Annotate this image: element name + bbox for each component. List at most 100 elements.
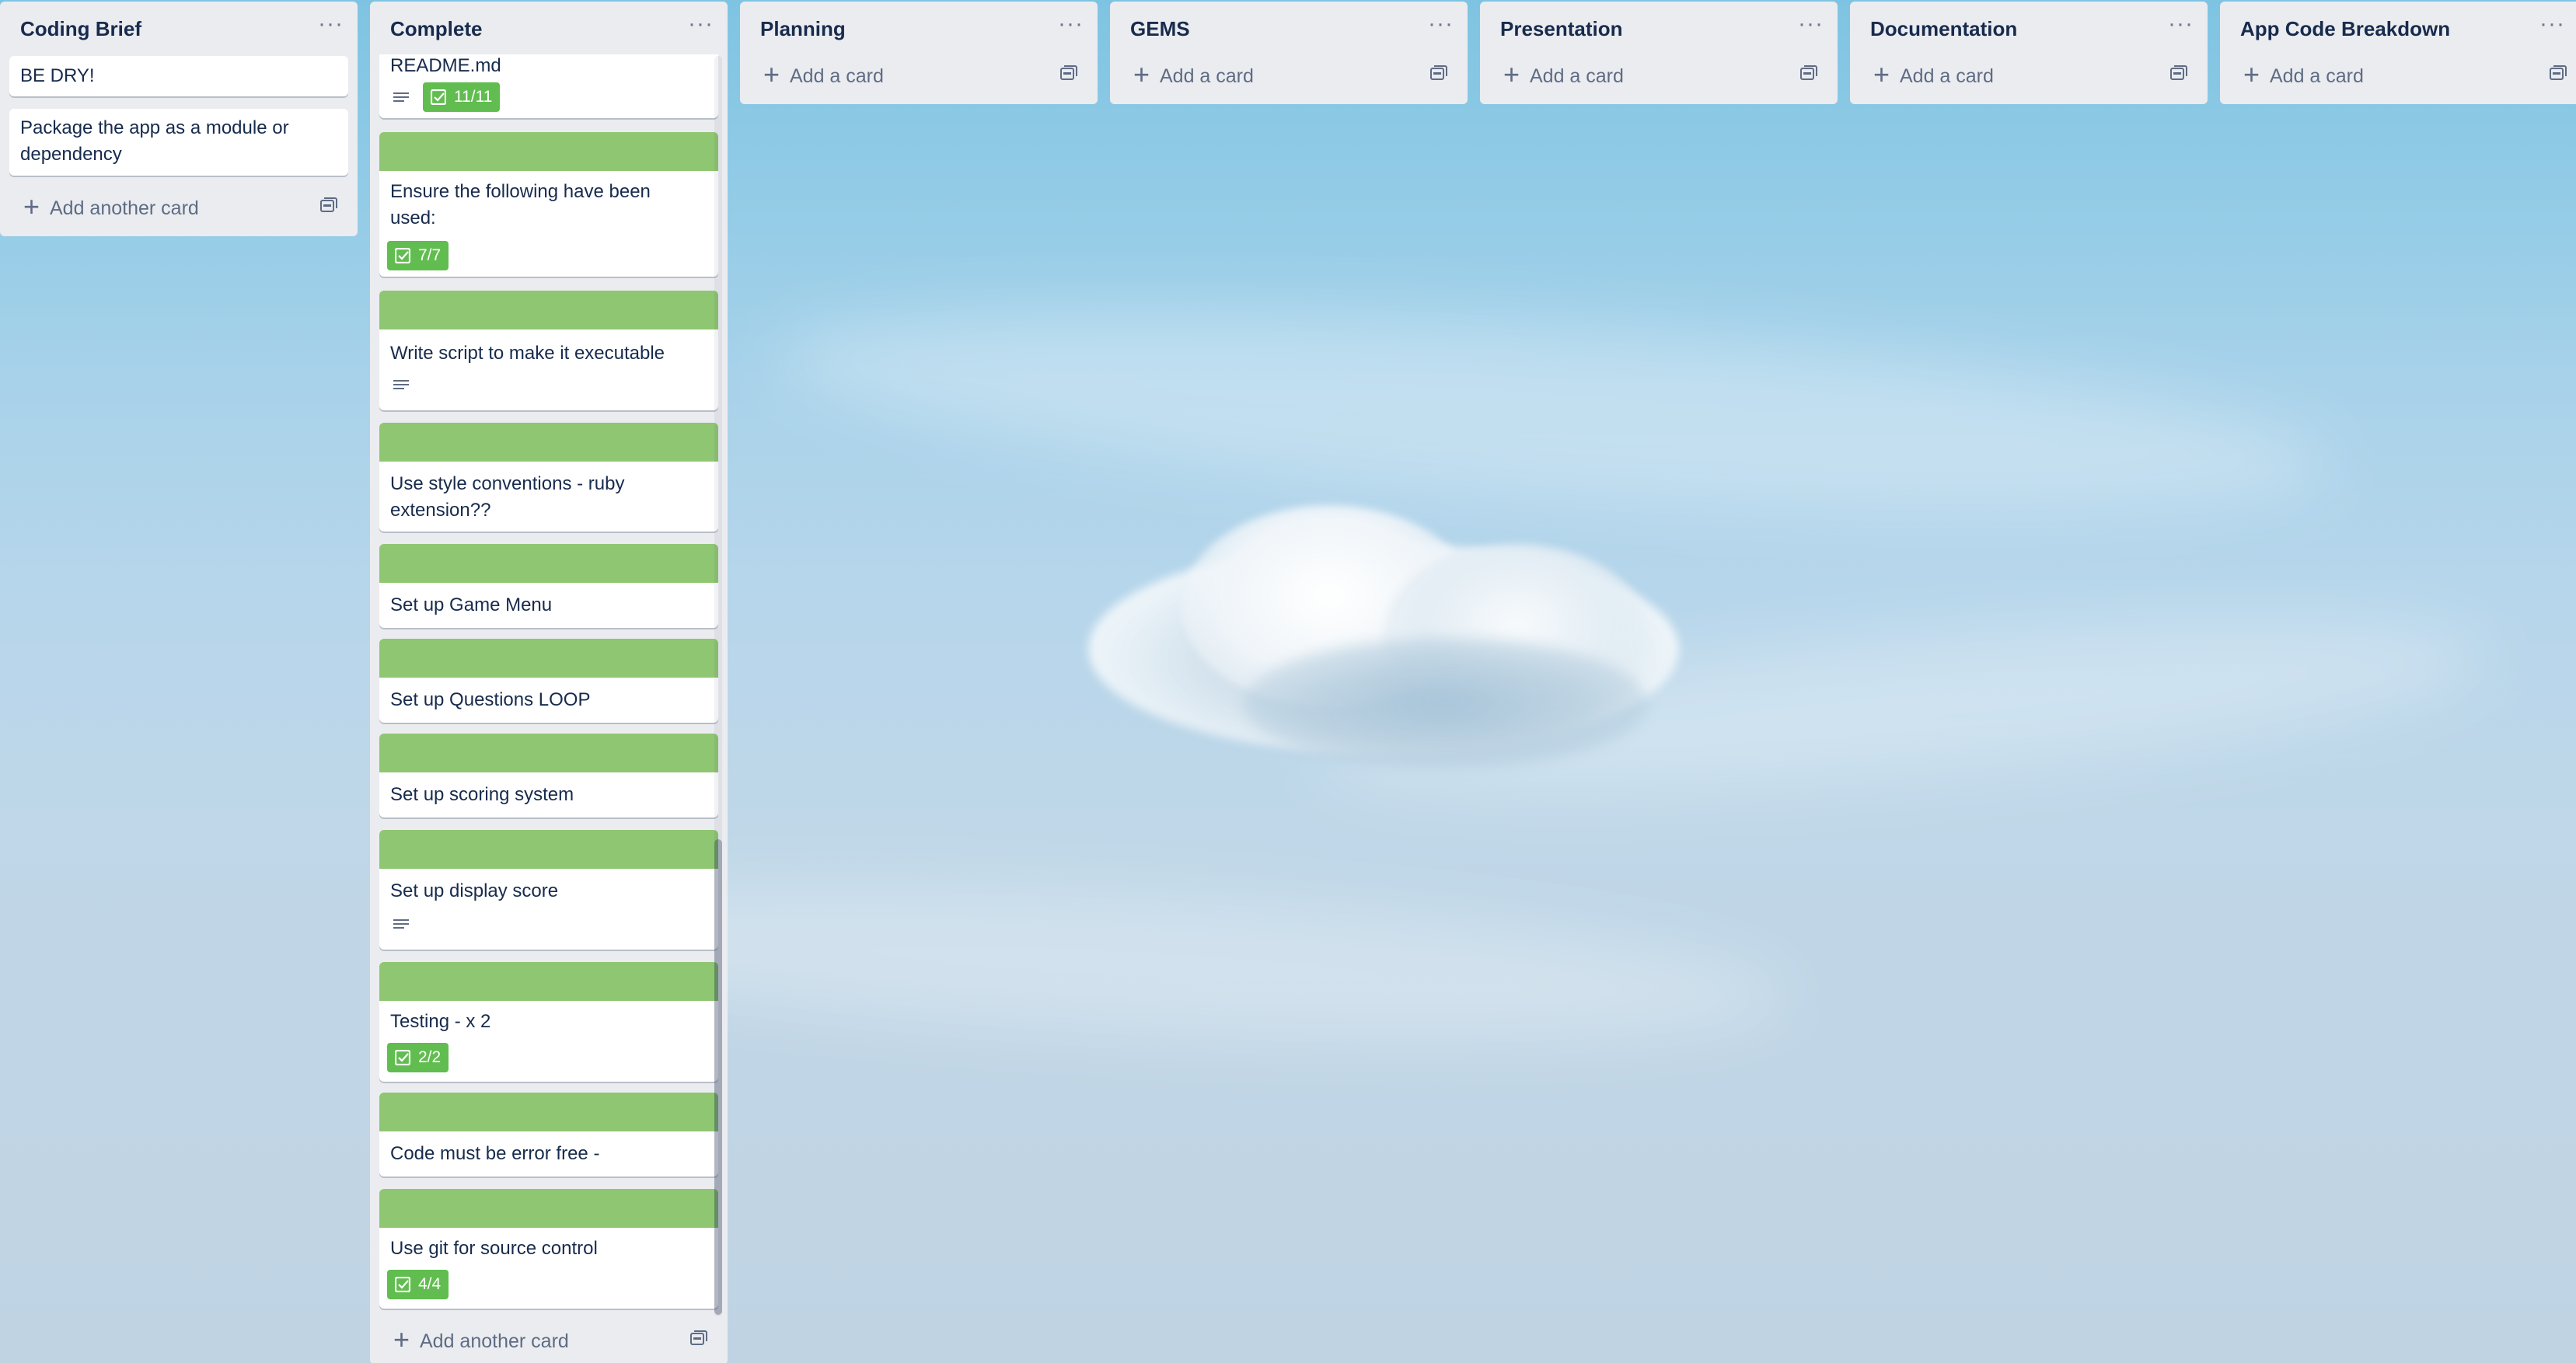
green-label[interactable] bbox=[379, 1093, 718, 1131]
green-label[interactable] bbox=[379, 291, 718, 329]
list-header: App Code Breakdown ··· bbox=[2220, 2, 2576, 56]
card[interactable]: BE DRY! bbox=[9, 56, 348, 96]
card-title: Testing - x 2 bbox=[390, 1011, 491, 1032]
add-card-label: Add a card bbox=[2270, 65, 2364, 87]
card[interactable]: README.md 11/11 bbox=[379, 54, 718, 118]
card[interactable]: Set up Questions LOOP bbox=[379, 639, 718, 723]
board-canvas: Coding Brief ··· BE DRY! Package the app… bbox=[0, 0, 2576, 1363]
list-app-code-breakdown: App Code Breakdown ··· + Add a card bbox=[2220, 2, 2576, 104]
add-card-button[interactable]: + Add a card bbox=[2220, 50, 2576, 101]
card-template-icon[interactable] bbox=[690, 1330, 707, 1346]
list-header: Documentation ··· bbox=[1850, 2, 2208, 56]
list-title[interactable]: Complete bbox=[390, 17, 482, 41]
list-menu-ellipsis-icon[interactable]: ··· bbox=[318, 11, 344, 37]
card-title: Use style conventions - ruby extension?? bbox=[390, 473, 625, 521]
checklist-icon bbox=[431, 89, 446, 105]
card[interactable]: Ensure the following have been used: 7/7 bbox=[379, 132, 718, 277]
green-label[interactable] bbox=[379, 544, 718, 583]
list-header: GEMS ··· bbox=[1110, 2, 1468, 56]
add-card-label: Add a card bbox=[1160, 65, 1254, 87]
list-menu-ellipsis-icon[interactable]: ··· bbox=[688, 11, 714, 37]
plus-icon: + bbox=[393, 1323, 410, 1355]
card-template-icon[interactable] bbox=[2550, 65, 2567, 81]
plus-icon: + bbox=[1873, 58, 1890, 90]
checklist-count: 4/4 bbox=[418, 1275, 442, 1293]
list-menu-ellipsis-icon[interactable]: ··· bbox=[2539, 11, 2565, 37]
card[interactable]: Set up scoring system bbox=[379, 734, 718, 817]
card-title: Use git for source control bbox=[390, 1238, 598, 1259]
list-documentation: Documentation ··· + Add a card bbox=[1850, 2, 2208, 104]
card-template-icon[interactable] bbox=[1430, 65, 1447, 81]
list-gems: GEMS ··· + Add a card bbox=[1110, 2, 1468, 104]
add-card-label: Add a card bbox=[1900, 65, 1994, 87]
list-title[interactable]: Planning bbox=[760, 17, 846, 41]
list-title[interactable]: Coding Brief bbox=[20, 17, 141, 41]
card-template-icon[interactable] bbox=[1800, 65, 1817, 81]
add-card-button[interactable]: + Add another card bbox=[0, 182, 358, 233]
list-presentation: Presentation ··· + Add a card bbox=[1480, 2, 1838, 104]
card-template-icon[interactable] bbox=[1060, 65, 1077, 81]
add-card-label: Add another card bbox=[50, 197, 199, 219]
list-title[interactable]: Documentation bbox=[1870, 17, 2017, 41]
checklist-count: 7/7 bbox=[418, 246, 442, 264]
list-title[interactable]: App Code Breakdown bbox=[2240, 17, 2450, 41]
list-header: Complete ··· bbox=[370, 2, 728, 56]
list-menu-ellipsis-icon[interactable]: ··· bbox=[2168, 11, 2194, 37]
checklist-badge: 4/4 bbox=[387, 1270, 449, 1299]
green-label[interactable] bbox=[379, 132, 718, 171]
card[interactable]: Testing - x 2 2/2 bbox=[379, 962, 718, 1082]
checklist-badge: 2/2 bbox=[387, 1043, 449, 1072]
card-title: Write script to make it executable bbox=[390, 343, 665, 364]
green-label[interactable] bbox=[379, 1189, 718, 1228]
add-card-button[interactable]: + Add a card bbox=[740, 50, 1098, 101]
card-title: Package the app as a module or dependenc… bbox=[20, 117, 289, 165]
card-title: Code must be error free - bbox=[390, 1143, 600, 1164]
green-label[interactable] bbox=[379, 639, 718, 678]
sky-haze bbox=[773, 272, 2337, 552]
add-card-button[interactable]: + Add another card bbox=[370, 1315, 728, 1363]
plus-icon: + bbox=[23, 190, 40, 222]
description-icon bbox=[393, 919, 409, 929]
add-card-label: Add a card bbox=[1530, 65, 1624, 87]
green-label[interactable] bbox=[379, 830, 718, 869]
list-menu-ellipsis-icon[interactable]: ··· bbox=[1058, 11, 1084, 37]
card[interactable]: Write script to make it executable bbox=[379, 291, 718, 410]
card[interactable]: Set up Game Menu bbox=[379, 544, 718, 628]
card[interactable]: Package the app as a module or dependenc… bbox=[9, 109, 348, 176]
green-label[interactable] bbox=[379, 962, 718, 1001]
list-header: Coding Brief ··· bbox=[0, 2, 358, 56]
plus-icon: + bbox=[763, 58, 780, 90]
checklist-icon bbox=[395, 248, 410, 263]
checklist-count: 2/2 bbox=[418, 1048, 442, 1066]
list-title[interactable]: GEMS bbox=[1130, 17, 1190, 41]
card[interactable]: Use style conventions - ruby extension?? bbox=[379, 423, 718, 532]
list-title[interactable]: Presentation bbox=[1500, 17, 1623, 41]
checklist-count: 11/11 bbox=[454, 88, 493, 106]
description-icon bbox=[393, 92, 409, 102]
add-card-label: Add a card bbox=[790, 65, 884, 87]
card-title: Set up scoring system bbox=[390, 784, 574, 805]
list-menu-ellipsis-icon[interactable]: ··· bbox=[1798, 11, 1824, 37]
green-label[interactable] bbox=[379, 734, 718, 772]
card[interactable]: Code must be error free - bbox=[379, 1093, 718, 1177]
green-label[interactable] bbox=[379, 423, 718, 462]
list-header: Planning ··· bbox=[740, 2, 1098, 56]
add-card-button[interactable]: + Add a card bbox=[1480, 50, 1838, 101]
checklist-icon bbox=[395, 1277, 410, 1292]
checklist-badge: 11/11 bbox=[423, 82, 501, 112]
description-icon bbox=[393, 380, 409, 389]
card-title: Set up Questions LOOP bbox=[390, 689, 591, 710]
list-planning: Planning ··· + Add a card bbox=[740, 2, 1098, 104]
card-template-icon[interactable] bbox=[2170, 65, 2187, 81]
scrollbar-thumb[interactable] bbox=[714, 839, 722, 1315]
list-scrollbar[interactable] bbox=[714, 56, 722, 1316]
add-card-button[interactable]: + Add a card bbox=[1850, 50, 2208, 101]
list-complete: Complete ··· README.md 11/11 Ensure the … bbox=[370, 2, 728, 1363]
add-card-label: Add another card bbox=[420, 1330, 569, 1352]
card[interactable]: Set up display score bbox=[379, 830, 718, 950]
card[interactable]: Use git for source control 4/4 bbox=[379, 1189, 718, 1309]
plus-icon: + bbox=[1133, 58, 1150, 90]
list-menu-ellipsis-icon[interactable]: ··· bbox=[1428, 11, 1454, 37]
add-card-button[interactable]: + Add a card bbox=[1110, 50, 1468, 101]
card-template-icon[interactable] bbox=[320, 197, 337, 213]
